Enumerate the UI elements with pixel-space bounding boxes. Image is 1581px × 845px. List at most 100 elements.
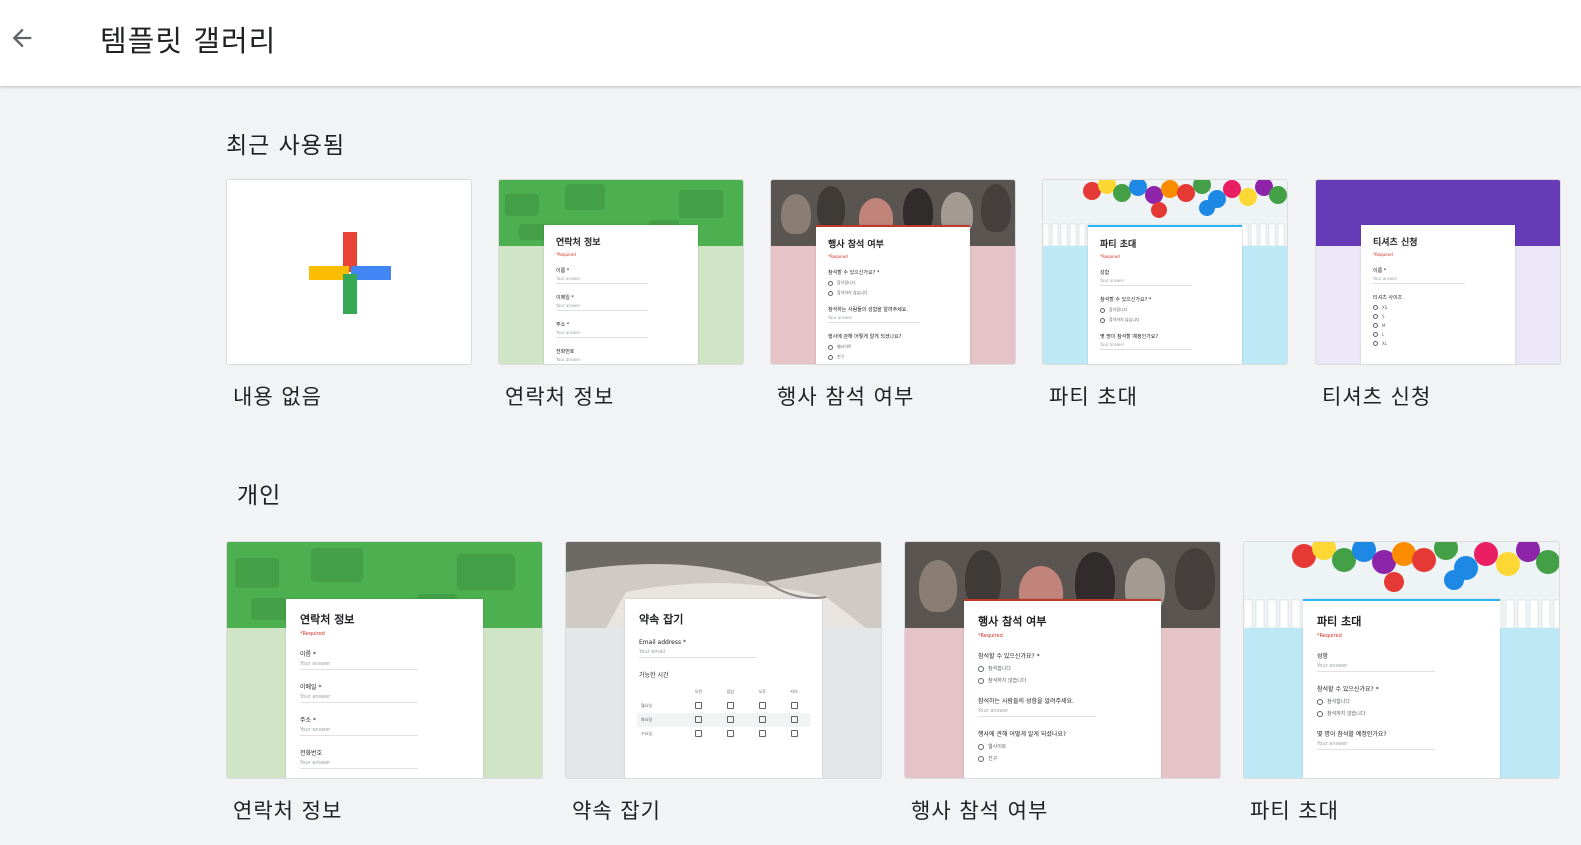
question: 이메일 * bbox=[556, 295, 574, 301]
question: 티셔츠 사이즈 bbox=[1373, 295, 1403, 301]
answer-line: Your email bbox=[639, 649, 758, 658]
answer-line: Your answer bbox=[1317, 663, 1436, 672]
required-note: *Required bbox=[1373, 252, 1393, 257]
template-thumbnail: 파티 초대 *Required 성함 Your answer 참석할 수 있으신… bbox=[1042, 179, 1288, 365]
form-preview-title: 약속 잡기 bbox=[639, 613, 684, 626]
answer-line: Your answer bbox=[300, 661, 419, 670]
answer-line: Your answer bbox=[556, 303, 649, 311]
template-label: 연락처 정보 bbox=[233, 799, 343, 823]
form-preview-title: 티셔츠 신청 bbox=[1373, 238, 1418, 248]
template-thumbnail: 약속 잡기 Email address * Your email 가능한 시간 … bbox=[565, 541, 882, 779]
radio-option: XL bbox=[1373, 341, 1515, 346]
question: 참석하는 사람들의 성함을 알려주세요. bbox=[828, 307, 908, 313]
radio-option: S bbox=[1373, 314, 1515, 319]
required-note: *Required bbox=[828, 254, 848, 259]
grid-row: 수요일 bbox=[637, 727, 810, 741]
template-card-tshirt-signup[interactable]: 티셔츠 신청 *Required 이름 * Your answer 티셔츠 사이… bbox=[1315, 179, 1561, 409]
question: 몇 명이 참석할 예정인가요? bbox=[1100, 334, 1159, 340]
question: 이름 * bbox=[1373, 268, 1387, 274]
required-note: *Required bbox=[1317, 633, 1342, 639]
radio-option: XS bbox=[1373, 305, 1515, 310]
required-note: *Required bbox=[300, 631, 325, 637]
question: 참석하는 사람들의 성함을 알려주세요. bbox=[978, 698, 1074, 705]
radio-option: L bbox=[1373, 332, 1515, 337]
form-preview: 티셔츠 신청 *Required 이름 * Your answer 티셔츠 사이… bbox=[1361, 225, 1515, 364]
template-card-event-rsvp[interactable]: 행사 참석 여부 *Required 참석할 수 있으신가요? * 참석합니다 … bbox=[770, 179, 1016, 409]
template-label: 행사 참석 여부 bbox=[777, 385, 915, 409]
question: 행사에 관해 어떻게 알게 되셨나요? bbox=[978, 731, 1067, 738]
radio-option: 참석하지 않습니다 bbox=[978, 677, 1161, 684]
question: 참석할 수 있으신가요? * bbox=[828, 270, 880, 276]
template-label: 파티 초대 bbox=[1049, 385, 1138, 409]
top-app-bar: 템플릿 갤러리 bbox=[0, 0, 1581, 86]
question: 이메일 * bbox=[300, 684, 322, 691]
form-preview-title: 연락처 정보 bbox=[300, 613, 355, 626]
answer-line: Your answer bbox=[828, 315, 921, 323]
template-thumbnail: 행사 참석 여부 *Required 참석할 수 있으신가요? * 참석합니다 … bbox=[904, 541, 1221, 779]
form-preview: 연락처 정보 *Required 이름 * Your answer 이메일 * … bbox=[544, 225, 698, 364]
question: 전화번호 bbox=[300, 750, 323, 757]
back-button[interactable] bbox=[4, 20, 40, 56]
question: 주소 * bbox=[300, 717, 316, 724]
form-preview: 연락처 정보 *Required 이름 * Your answer 이메일 * … bbox=[286, 599, 483, 778]
radio-option: 참석합니다 bbox=[1317, 698, 1500, 705]
answer-line: Your answer bbox=[300, 694, 419, 703]
form-preview: 파티 초대 *Required 성함 Your answer 참석할 수 있으신… bbox=[1088, 225, 1242, 364]
section-title-recent: 최근 사용됨 bbox=[226, 133, 346, 159]
plus-icon bbox=[309, 232, 391, 314]
form-preview-title: 연락처 정보 bbox=[556, 238, 601, 248]
question: 참석할 수 있으신가요? * bbox=[978, 653, 1040, 660]
radio-option: 웹사이트 bbox=[978, 743, 1161, 750]
grid-row: 화요일 bbox=[637, 713, 810, 727]
section-title-personal: 개인 bbox=[237, 483, 282, 509]
radio-option: 참석하지 않습니다 bbox=[1100, 317, 1242, 323]
radio-option: 친구 bbox=[828, 354, 970, 360]
template-label: 파티 초대 bbox=[1250, 799, 1339, 823]
answer-line: Your answer bbox=[556, 357, 648, 364]
form-preview: 행사 참석 여부 *Required 참석할 수 있으신가요? * 참석합니다 … bbox=[964, 599, 1161, 778]
template-card-blank[interactable]: 내용 없음 bbox=[226, 179, 472, 409]
arrow-left-icon bbox=[12, 28, 32, 48]
form-preview: 행사 참석 여부 *Required 참석할 수 있으신가요? * 참석합니다 … bbox=[816, 225, 970, 364]
question: 참석할 수 있으신가요? * bbox=[1100, 297, 1152, 303]
template-card-event-rsvp[interactable]: 행사 참석 여부 *Required 참석할 수 있으신가요? * 참석합니다 … bbox=[904, 541, 1221, 831]
template-thumbnail: 행사 참석 여부 *Required 참석할 수 있으신가요? * 참석합니다 … bbox=[770, 179, 1016, 365]
template-card-meeting-scheduler[interactable]: 약속 잡기 Email address * Your email 가능한 시간 … bbox=[565, 541, 882, 831]
question: 몇 명이 참석할 예정인가요? bbox=[1317, 731, 1387, 738]
question: 성함 bbox=[1100, 270, 1110, 276]
template-card-contact-info[interactable]: 연락처 정보 *Required 이름 * Your answer 이메일 * … bbox=[498, 179, 744, 409]
radio-option: 참석하지 않습니다 bbox=[828, 290, 970, 296]
form-preview-title: 파티 초대 bbox=[1317, 615, 1362, 628]
required-note: *Required bbox=[978, 633, 1003, 639]
grid-row: 월요일 bbox=[637, 699, 810, 713]
question: 이름 * bbox=[556, 268, 570, 274]
radio-option: 웹사이트 bbox=[828, 344, 970, 350]
form-preview: 파티 초대 *Required 성함 Your answer 참석할 수 있으신… bbox=[1303, 599, 1500, 778]
required-note: *Required bbox=[1100, 254, 1120, 259]
question: 이름 * bbox=[300, 651, 316, 658]
question: 전화번호 bbox=[556, 349, 575, 355]
radio-option: 참석하지 않습니다 bbox=[1317, 710, 1500, 717]
template-label: 약속 잡기 bbox=[572, 799, 661, 823]
answer-line: Your answer bbox=[300, 760, 419, 769]
template-label: 티셔츠 신청 bbox=[1322, 385, 1432, 409]
grid-header: 오전 점심 오후 저녁 bbox=[694, 689, 798, 694]
form-preview-title: 행사 참석 여부 bbox=[828, 240, 884, 250]
template-card-party-invite[interactable]: 파티 초대 *Required 성함 Your answer 참석할 수 있으신… bbox=[1243, 541, 1560, 831]
template-card-party-invite[interactable]: 파티 초대 *Required 성함 Your answer 참석할 수 있으신… bbox=[1042, 179, 1288, 409]
answer-line: Your answer bbox=[1373, 276, 1466, 284]
radio-option: 친구 bbox=[978, 755, 1161, 762]
question: Email address * bbox=[639, 639, 687, 646]
radio-option: 참석합니다 bbox=[828, 280, 970, 286]
answer-line: Your answer bbox=[1317, 741, 1436, 750]
template-label: 연락처 정보 bbox=[505, 385, 615, 409]
question: 주소 * bbox=[556, 322, 570, 328]
template-card-contact-info[interactable]: 연락처 정보 *Required 이름 * Your answer 이메일 * … bbox=[226, 541, 543, 831]
answer-line: Your answer bbox=[1100, 342, 1193, 350]
checkbox-grid: 오전 점심 오후 저녁 월요일 화요일 수요일 bbox=[637, 685, 810, 741]
radio-option: 참석합니다 bbox=[1100, 307, 1242, 313]
answer-line: Your answer bbox=[556, 330, 649, 338]
radio-option: M bbox=[1373, 323, 1515, 328]
template-label: 내용 없음 bbox=[233, 385, 322, 409]
page-title: 템플릿 갤러리 bbox=[100, 24, 277, 58]
